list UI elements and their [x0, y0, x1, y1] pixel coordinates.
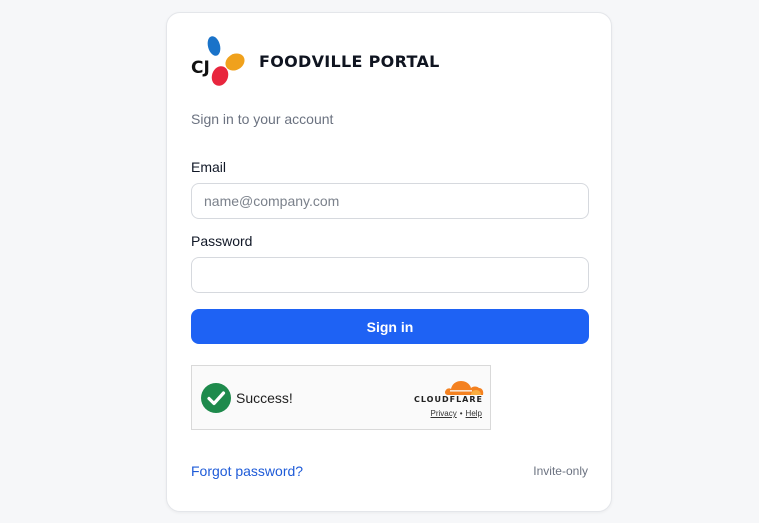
link-separator: •: [459, 409, 463, 418]
cloudflare-cloud-icon: [444, 381, 484, 395]
signin-subtitle: Sign in to your account: [191, 111, 334, 127]
brand-name: FOODVILLE PORTAL: [259, 51, 440, 71]
logo-text: CJ: [191, 58, 210, 78]
privacy-link[interactable]: Privacy: [431, 409, 457, 418]
success-check-icon: [201, 383, 231, 413]
invite-only-note: Invite-only: [533, 464, 588, 478]
email-label: Email: [191, 159, 227, 175]
brand-header: CJ FOODVILLE PORTAL: [190, 35, 440, 87]
email-input[interactable]: [191, 183, 589, 219]
forgot-password-link[interactable]: Forgot password?: [191, 463, 303, 479]
password-input[interactable]: [191, 257, 589, 293]
captcha-links: Privacy • Help: [392, 409, 483, 418]
captcha-status: Success!: [236, 390, 293, 406]
cj-logo-icon: CJ: [191, 36, 245, 86]
cloudflare-turnstile-widget[interactable]: Success! CLOUDFLARE Privacy • Help: [191, 365, 491, 430]
help-link[interactable]: Help: [466, 409, 482, 418]
password-label: Password: [191, 233, 253, 249]
login-card: CJ FOODVILLE PORTAL Sign in to your acco…: [166, 12, 612, 512]
cloudflare-wordmark: CLOUDFLARE: [414, 395, 483, 404]
sign-in-button[interactable]: Sign in: [191, 309, 589, 344]
